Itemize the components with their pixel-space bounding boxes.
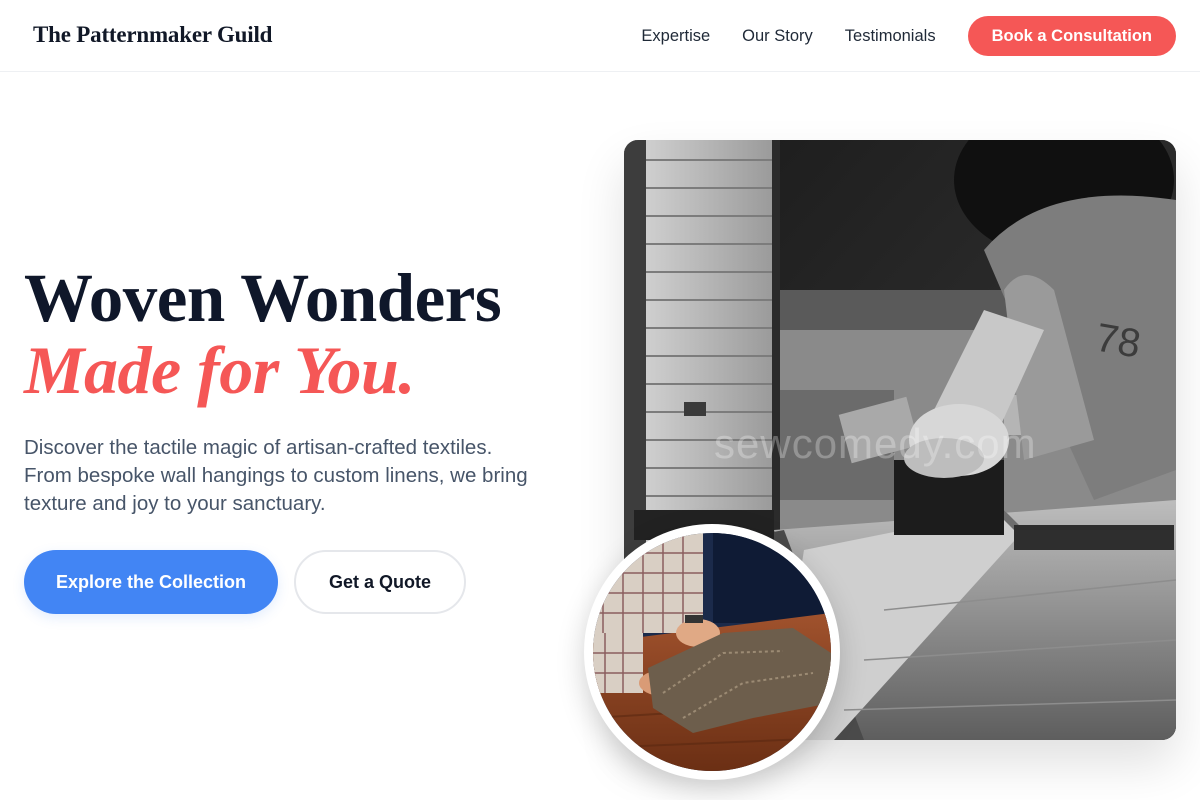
svg-text:78: 78 [1092, 316, 1143, 367]
hero-inset-photo [584, 524, 840, 780]
hero-title-line1: Woven Wonders [24, 260, 502, 336]
nav-link-our-story[interactable]: Our Story [742, 27, 813, 46]
main-nav: Expertise Our Story Testimonials Book a … [641, 16, 1176, 56]
nav-link-expertise[interactable]: Expertise [641, 27, 710, 46]
book-consultation-button[interactable]: Book a Consultation [967, 16, 1176, 56]
site-header: The Patternmaker Guild Expertise Our Sto… [0, 0, 1200, 72]
nav-link-testimonials[interactable]: Testimonials [845, 27, 936, 46]
tailoring-photo-illustration [593, 533, 831, 771]
explore-collection-button[interactable]: Explore the Collection [24, 550, 279, 614]
inset-photo-frame [593, 533, 831, 771]
photo-watermark: sewcomedy.com [714, 420, 1037, 467]
hero-title: Woven Wonders Made for You. [24, 260, 502, 408]
brand-logo[interactable]: The Patternmaker Guild [33, 22, 272, 48]
hero-description: Discover the tactile magic of artisan-cr… [24, 436, 528, 515]
hero-title-line2: Made for You. [24, 332, 415, 408]
hero-actions: Explore the Collection Get a Quote [24, 550, 467, 614]
get-quote-button[interactable]: Get a Quote [294, 550, 467, 614]
